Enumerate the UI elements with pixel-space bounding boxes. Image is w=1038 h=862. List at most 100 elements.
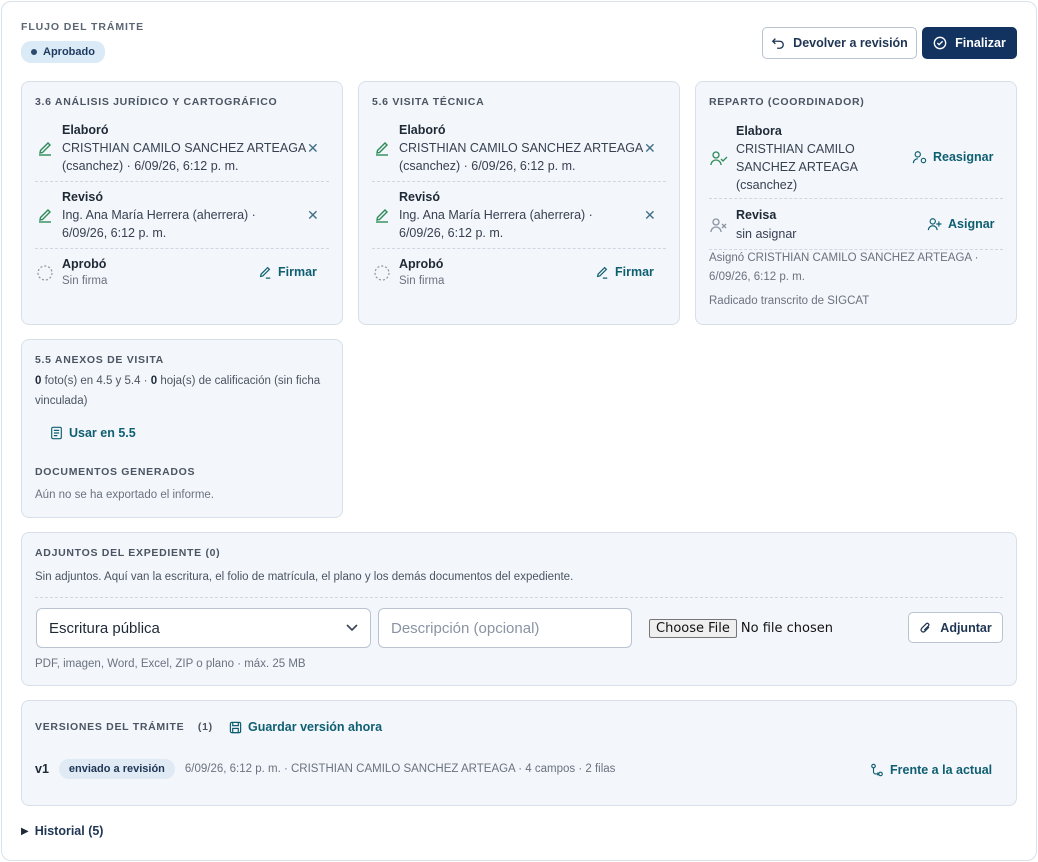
chevron-down-icon (346, 624, 358, 632)
save-icon (229, 721, 242, 734)
pending-circle-icon (37, 265, 53, 281)
pencil-icon (374, 207, 390, 223)
document-icon (50, 426, 63, 440)
revisa-value: sin asignar (736, 227, 797, 241)
status-dot-icon (31, 49, 37, 55)
analysis-card: 3.6 ANÁLISIS JURÍDICO Y CARTOGRÁFICO Ela… (21, 81, 343, 325)
attachments-description: Sin adjuntos. Aquí van la escritura, el … (35, 571, 574, 583)
undo-icon (771, 36, 785, 50)
elaboro-meta: (csanchez) · 6/09/26, 6:12 p. m. (399, 159, 576, 173)
attach-button[interactable]: Adjuntar (908, 612, 1003, 643)
reassign-button[interactable]: Reasignar (912, 150, 993, 164)
remove-elaboro-close-icon[interactable]: ✕ (307, 140, 319, 157)
remove-reviso-close-icon[interactable]: ✕ (307, 207, 319, 224)
use-in-5-5-button[interactable]: Usar en 5.5 (50, 426, 136, 440)
finalize-button[interactable]: Finalizar (922, 27, 1017, 59)
elabora-name-line2: SANCHEZ ARTEAGA (736, 160, 859, 174)
user-check-icon (710, 150, 728, 166)
pencil-icon (37, 140, 53, 156)
attachments-title: ADJUNTOS DEL EXPEDIENTE (0) (35, 547, 221, 559)
assignment-source: Radicado transcrito de SIGCAT (709, 295, 870, 307)
revisa-label: Revisa (736, 208, 777, 222)
elaboro-label: Elaboró (399, 123, 446, 137)
elaboro-name: CRISTHIAN CAMILO SANCHEZ ARTEAGA (62, 141, 307, 155)
description-input[interactable]: Descripción (opcional) (378, 608, 632, 648)
elaboro-name: CRISTHIAN CAMILO SANCHEZ ARTEAGA (399, 141, 644, 155)
sheets-text: hoja(s) de calificación (sin ficha (157, 375, 321, 387)
check-circle-icon (933, 36, 947, 50)
visit-annexes-card: 5.5 ANEXOS DE VISITA 0 foto(s) en 4.5 y … (21, 339, 343, 518)
versions-title-label: VERSIONES DEL TRÁMITE (35, 721, 185, 733)
attach-label: Adjuntar (940, 620, 992, 635)
paperclip-icon (919, 621, 932, 635)
sign-label: Firmar (278, 265, 317, 279)
status-badge: Aprobado (21, 41, 105, 63)
versions-title: VERSIONES DEL TRÁMITE (1) (35, 721, 213, 733)
document-type-select[interactable]: Escritura pública (36, 608, 371, 648)
remove-reviso-close-icon[interactable]: ✕ (644, 207, 656, 224)
version-status-badge: enviado a revisión (58, 759, 175, 779)
annexes-summary-line2: vinculada) (35, 395, 88, 407)
history-toggle[interactable]: ▶ Historial (5) (21, 824, 103, 838)
visit-annexes-title: 5.5 ANEXOS DE VISITA (35, 354, 164, 366)
distribution-card: REPARTO (COORDINADOR) Elabora CRISTHIAN … (695, 81, 1017, 325)
elaboro-meta: (csanchez) · 6/09/26, 6:12 p. m. (62, 159, 239, 173)
reassign-label: Reasignar (933, 150, 994, 164)
version-meta: 6/09/26, 6:12 p. m. · CRISTHIAN CAMILO S… (184, 762, 616, 775)
generated-documents-text: Aún no se ha exportado el informe. (35, 489, 215, 501)
reviso-name: Ing. Ana María Herrera (aherrera) · (62, 208, 256, 222)
reviso-label: Revisó (62, 190, 103, 204)
pencil-icon (37, 207, 53, 223)
reviso-label: Revisó (399, 190, 440, 204)
pending-circle-icon (374, 265, 390, 281)
aprobo-value: Sin firma (62, 275, 108, 287)
user-swap-icon (912, 150, 927, 164)
reviso-name: Ing. Ana María Herrera (aherrera) · (399, 208, 593, 222)
sign-label: Firmar (615, 265, 654, 279)
assign-label: Asignar (948, 217, 995, 231)
version-row: v1 enviado a revisión 6/09/26, 6:12 p. m… (35, 759, 615, 779)
sign-button[interactable]: Firmar (595, 265, 654, 279)
user-x-icon (710, 217, 728, 233)
pencil-icon (374, 140, 390, 156)
photos-text: foto(s) en 4.5 y 5.4 · (41, 375, 151, 387)
technical-visit-card: 5.6 VISITA TÉCNICA Elaboró CRISTHIAN CAM… (358, 81, 680, 325)
attachments-card: ADJUNTOS DEL EXPEDIENTE (0) Sin adjuntos… (21, 532, 1017, 686)
reviso-meta: 6/09/26, 6:12 p. m. (62, 226, 167, 240)
attachments-hint: PDF, imagen, Word, Excel, ZIP o plano · … (35, 658, 306, 670)
versions-count: (1) (197, 721, 213, 733)
version-number: v1 (35, 762, 49, 776)
compare-arrows-icon (870, 763, 884, 777)
elabora-username: (csanchez) (736, 178, 798, 192)
elabora-name-line1: CRISTHIAN CAMILO (736, 142, 855, 156)
no-file-label: No file chosen (740, 621, 833, 636)
aprobo-label: Aprobó (399, 257, 444, 271)
triangle-right-icon: ▶ (21, 825, 29, 837)
status-badge-label: Aprobado (43, 46, 95, 58)
user-plus-icon (927, 217, 942, 231)
return-to-review-button[interactable]: Devolver a revisión (762, 27, 917, 59)
aprobo-label: Aprobó (62, 257, 107, 271)
aprobo-value: Sin firma (399, 275, 445, 287)
assignment-date: 6/09/26, 6:12 p. m. (709, 271, 805, 283)
elabora-label: Elabora (736, 124, 782, 138)
compare-with-current-button[interactable]: Frente a la actual (870, 763, 992, 777)
generated-documents-title: DOCUMENTOS GENERADOS (35, 466, 196, 478)
remove-elaboro-close-icon[interactable]: ✕ (644, 140, 656, 157)
elaboro-label: Elaboró (62, 123, 109, 137)
sign-button[interactable]: Firmar (258, 265, 317, 279)
choose-file-button[interactable]: Choose File (649, 619, 737, 638)
history-label: Historial (5) (34, 824, 104, 838)
save-version-label: Guardar versión ahora (248, 720, 383, 734)
use-in-5-5-label: Usar en 5.5 (69, 426, 136, 440)
page-title: FLUJO DEL TRÁMITE (21, 21, 145, 33)
return-to-review-label: Devolver a revisión (793, 36, 908, 50)
document-type-value: Escritura pública (49, 619, 160, 637)
compare-with-current-label: Frente a la actual (890, 763, 993, 777)
annexes-summary: 0 foto(s) en 4.5 y 5.4 · 0 hoja(s) de ca… (35, 373, 320, 390)
finalize-label: Finalizar (955, 36, 1006, 50)
assign-button[interactable]: Asignar (927, 217, 995, 231)
save-version-button[interactable]: Guardar versión ahora (229, 720, 382, 734)
file-input[interactable]: Choose File No file chosen (649, 619, 833, 638)
pen-icon (258, 265, 272, 279)
